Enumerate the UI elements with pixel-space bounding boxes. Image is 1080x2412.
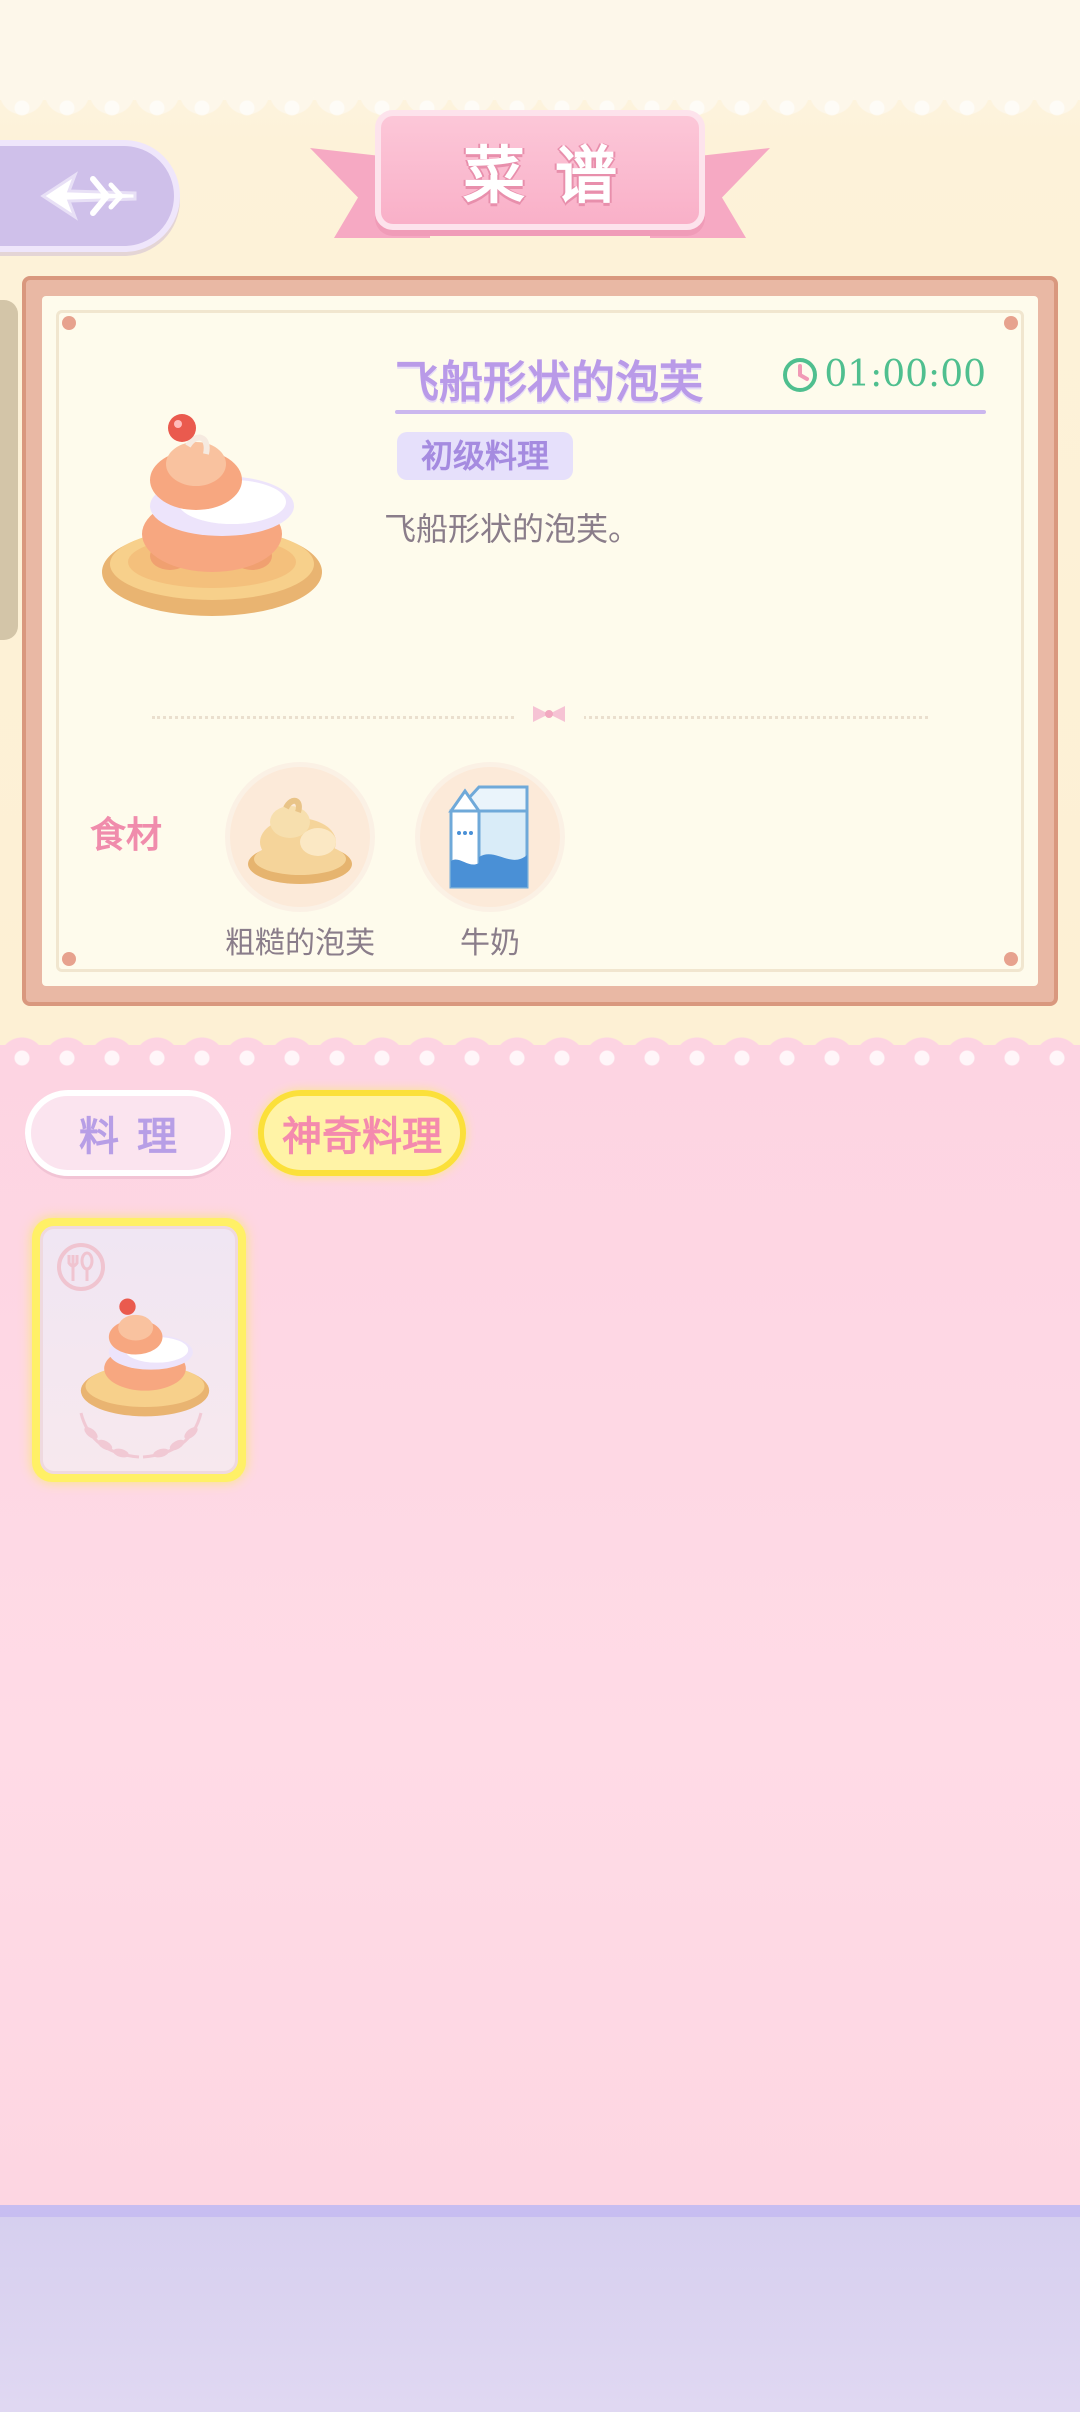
recipe-description: 飞船形状的泡芙。 [384, 510, 641, 548]
title-banner: 菜谱 [310, 108, 770, 248]
recipe-level-badge: 初级料理 [397, 432, 574, 480]
recipe-detail-card: 飞船形状的泡芙 01:00:00 初级料理 飞船形状的泡芙。 食材 粗糙的泡芙 … [22, 276, 1058, 1006]
recipe-detail-inner: 飞船形状的泡芙 01:00:00 初级料理 飞船形状的泡芙。 食材 粗糙的泡芙 … [42, 296, 1038, 986]
bottom-bar [0, 2205, 1080, 2412]
timer-value: 01:00:00 [824, 354, 986, 395]
clock-icon [783, 357, 818, 392]
recipe-name-underline [395, 410, 986, 414]
tab-magic-cooking[interactable]: 神奇料理 [258, 1090, 466, 1176]
recipe-list-item-inner [40, 1226, 238, 1474]
corner-dot [62, 316, 76, 330]
ingredient-icon-circle [415, 762, 565, 912]
tab-cooking[interactable]: 料理 [25, 1090, 231, 1176]
ingredient-name: 粗糙的泡芙 [225, 926, 375, 961]
corner-dot [62, 952, 76, 966]
back-button[interactable] [0, 140, 180, 252]
ingredient-icon-circle [225, 762, 375, 912]
ingredient-name: 牛奶 [460, 926, 520, 961]
side-edge-tab[interactable] [0, 300, 18, 640]
cream-puff-dish-image [102, 414, 322, 616]
top-cloud-band [0, 0, 1080, 100]
ingredient-item[interactable]: 牛奶 [400, 762, 580, 962]
recipe-timer: 01:00:00 [782, 354, 986, 395]
banner-plate: 菜谱 [375, 110, 705, 230]
ingredients-label: 食材 [90, 815, 163, 856]
page-title: 菜谱 [462, 139, 647, 212]
corner-dot [1004, 952, 1018, 966]
cream-puff-icon [80, 1298, 210, 1417]
puff-icon [248, 797, 352, 884]
recipe-list-item[interactable] [32, 1218, 246, 1482]
bow-icon [514, 702, 584, 726]
pink-scallop-dots [0, 1048, 1080, 1068]
recipe-name: 飞船形状的泡芙 [395, 357, 703, 408]
corner-dot [1004, 316, 1018, 330]
milk-carton-icon [448, 785, 529, 889]
ingredient-item[interactable]: 粗糙的泡芙 [210, 762, 390, 962]
back-arrow-icon [40, 171, 137, 221]
laurel-wreath-icon [79, 1412, 203, 1459]
